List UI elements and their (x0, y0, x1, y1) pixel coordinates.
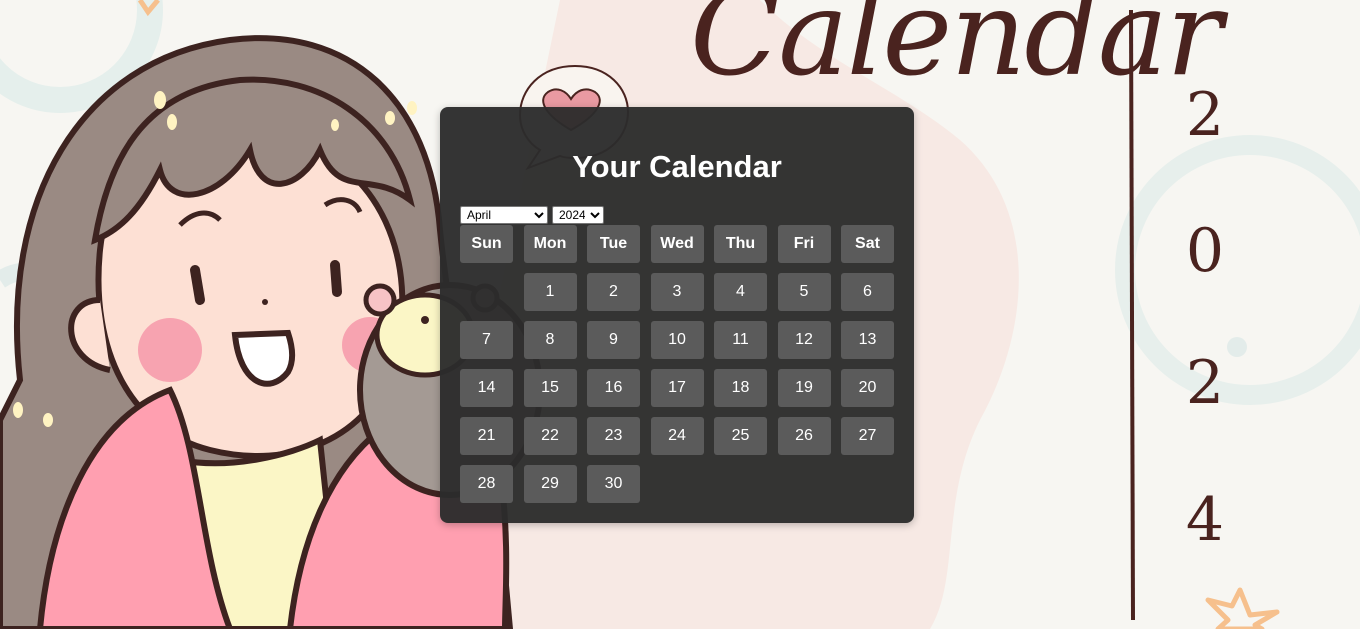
hair-sparkle (154, 91, 166, 109)
calendar-title: Your Calendar (572, 149, 782, 184)
day-cell[interactable]: 15 (523, 369, 577, 407)
day-cell[interactable]: 5 (777, 273, 831, 311)
day-cell[interactable]: 10 (650, 321, 704, 359)
year-digit: 2 (1185, 348, 1225, 418)
calendar-panel: Your Calendar April 2024 Sun Mon Tue Wed Thu… (440, 107, 914, 523)
year-select[interactable]: 2024 (552, 206, 604, 224)
day-cell[interactable]: 14 (460, 369, 513, 407)
hair-sparkle (167, 114, 177, 130)
hamster-eye (421, 316, 429, 324)
calendar-grid: Sun Mon Tue Wed Thu Fri Sat 1 2 3 4 5 6 7 8 9 10 11 12 13 14… (460, 225, 894, 503)
day-cell[interactable]: 22 (523, 417, 577, 455)
day-cell[interactable]: 7 (460, 321, 513, 359)
girl-eye-left (190, 265, 205, 305)
day-cell[interactable]: 17 (650, 369, 704, 407)
day-cell[interactable]: 9 (587, 321, 640, 359)
day-cell[interactable]: 4 (714, 273, 767, 311)
girl-nose (262, 299, 268, 305)
hair-sparkle (385, 111, 395, 125)
day-cell[interactable]: 3 (650, 273, 704, 311)
year-column: 2 0 2 4 (1140, 80, 1270, 580)
girl-eye-right (330, 260, 342, 297)
hamster-ear (363, 283, 397, 317)
day-cell[interactable]: 21 (460, 417, 513, 455)
year-digit: 0 (1185, 216, 1225, 286)
day-cell[interactable]: 13 (841, 321, 894, 359)
year-digit: 4 (1185, 485, 1225, 555)
day-cell[interactable]: 27 (841, 417, 894, 455)
day-cell[interactable]: 20 (841, 369, 894, 407)
calendar-selectors: April 2024 (460, 206, 604, 224)
weekday-header: Sun (460, 225, 513, 263)
star-icon (1205, 587, 1280, 629)
day-cell[interactable]: 12 (777, 321, 831, 359)
month-select[interactable]: April (460, 206, 548, 224)
weekday-header: Mon (523, 225, 577, 263)
girl-cheek-left (138, 318, 202, 382)
day-cell[interactable]: 29 (523, 465, 577, 503)
day-cell[interactable]: 23 (587, 417, 640, 455)
day-cell[interactable]: 30 (587, 465, 640, 503)
day-cell[interactable]: 16 (587, 369, 640, 407)
day-cell[interactable]: 8 (523, 321, 577, 359)
day-cell[interactable]: 19 (777, 369, 831, 407)
hair-sparkle (43, 413, 53, 427)
hair-sparkle (13, 402, 23, 418)
day-cell[interactable]: 6 (841, 273, 894, 311)
weekday-header: Wed (650, 225, 704, 263)
day-cell[interactable]: 1 (523, 273, 577, 311)
empty-day-cell (460, 273, 513, 311)
day-cell[interactable]: 2 (587, 273, 640, 311)
hair-sparkle (407, 101, 417, 115)
day-cell[interactable]: 18 (714, 369, 767, 407)
day-cell[interactable]: 11 (714, 321, 767, 359)
day-cell[interactable]: 28 (460, 465, 513, 503)
weekday-header: Thu (714, 225, 767, 263)
day-cell[interactable]: 24 (650, 417, 704, 455)
year-digit: 2 (1185, 80, 1225, 150)
weekday-header: Sat (841, 225, 894, 263)
hair-sparkle (331, 119, 339, 131)
day-cell[interactable]: 25 (714, 417, 767, 455)
weekday-header: Fri (777, 225, 831, 263)
day-cell[interactable]: 26 (777, 417, 831, 455)
weekday-header: Tue (587, 225, 640, 263)
